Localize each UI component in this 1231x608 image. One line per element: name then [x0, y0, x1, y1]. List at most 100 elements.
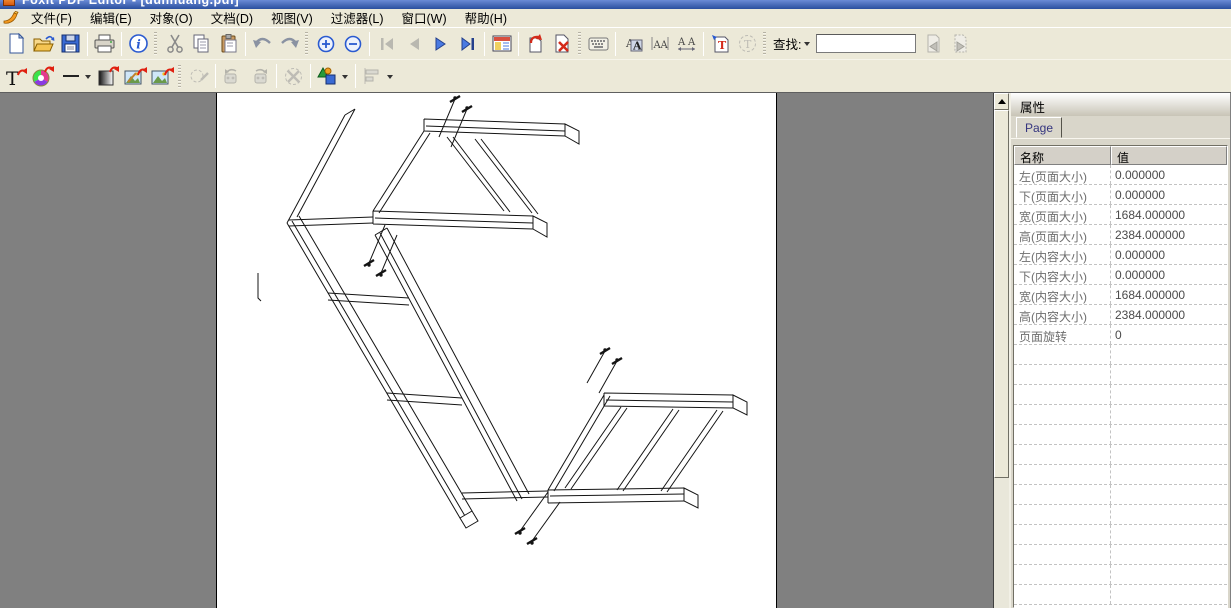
find-dropdown-button[interactable] [803, 32, 814, 56]
property-row[interactable]: 宽(页面大小)1684.000000 [1014, 205, 1227, 225]
property-row[interactable]: 高(页面大小)2384.000000 [1014, 225, 1227, 245]
toolbar-gripper[interactable] [578, 32, 581, 55]
undo-button[interactable] [249, 31, 276, 57]
insert-color-button[interactable] [30, 63, 57, 89]
new-button[interactable] [3, 31, 30, 57]
menu-item-4[interactable]: 视图(V) [262, 7, 322, 29]
column-header-value[interactable]: 值 [1111, 146, 1227, 165]
property-row[interactable]: 下(内容大小)0.000000 [1014, 265, 1227, 285]
menu-item-2[interactable]: 对象(O) [141, 7, 202, 29]
font-replace-icon: AA [622, 35, 643, 52]
rotate-left-button[interactable] [219, 63, 246, 89]
scroll-up-button[interactable] [994, 93, 1009, 110]
property-row[interactable]: 左(页面大小)0.000000 [1014, 165, 1227, 185]
svg-text:T: T [744, 38, 752, 51]
toolbar-gripper[interactable] [305, 32, 308, 55]
clone-tool-button[interactable] [185, 63, 212, 89]
zoom-in-button[interactable] [312, 31, 339, 57]
pdf-page[interactable] [216, 93, 777, 608]
align-tool-button[interactable] [359, 63, 386, 89]
align-tool-dropdown[interactable] [386, 64, 397, 88]
insert-text-button[interactable]: T [3, 63, 30, 89]
svg-text:A: A [677, 37, 686, 48]
page-layout-button[interactable] [488, 31, 515, 57]
toolbar-gripper[interactable] [154, 32, 157, 55]
column-header-name[interactable]: 名称 [1014, 146, 1111, 165]
keyboard-button[interactable] [585, 31, 612, 57]
scrollbar-thumb[interactable] [994, 110, 1009, 478]
prev-page-button[interactable] [400, 31, 427, 57]
shading-tool-icon [97, 66, 120, 87]
next-page-button[interactable] [427, 31, 454, 57]
find-prev-button[interactable] [920, 31, 947, 57]
first-page-button[interactable] [373, 31, 400, 57]
property-value[interactable]: 2384.000000 [1111, 225, 1227, 244]
property-name [1014, 445, 1111, 464]
document-canvas[interactable] [0, 93, 993, 608]
menu-item-6[interactable]: 窗口(W) [393, 7, 456, 29]
property-row[interactable]: 宽(内容大小)1684.000000 [1014, 285, 1227, 305]
line-tool-dropdown[interactable] [84, 64, 95, 88]
tab-page[interactable]: Page [1016, 117, 1062, 138]
rotate-left-icon [222, 67, 243, 86]
save-button[interactable] [57, 31, 84, 57]
print-button[interactable] [91, 31, 118, 57]
menu-item-5[interactable]: 过滤器(L) [322, 7, 393, 29]
property-row[interactable]: 高(内容大小)2384.000000 [1014, 305, 1227, 325]
rotate-right-button[interactable] [246, 63, 273, 89]
find-input[interactable] [816, 34, 916, 53]
property-value[interactable]: 1684.000000 [1111, 205, 1227, 224]
cut-button[interactable] [161, 31, 188, 57]
edit-image-button[interactable] [122, 63, 149, 89]
bolt-callout-top [439, 96, 472, 147]
property-value[interactable]: 0.000000 [1111, 245, 1227, 264]
open-button[interactable] [30, 31, 57, 57]
property-value[interactable]: 2384.000000 [1111, 305, 1227, 324]
rotate-page-button[interactable] [522, 31, 549, 57]
property-value[interactable]: 0 [1111, 325, 1227, 344]
line-tool-button[interactable] [57, 63, 84, 89]
delete-page-button[interactable] [549, 31, 576, 57]
property-value[interactable]: 1684.000000 [1111, 285, 1227, 304]
property-value[interactable]: 0.000000 [1111, 185, 1227, 204]
property-value [1111, 345, 1227, 364]
property-row[interactable]: 下(页面大小)0.000000 [1014, 185, 1227, 205]
property-name: 高(内容大小) [1014, 305, 1111, 324]
redo-button[interactable] [276, 31, 303, 57]
property-value[interactable]: 0.000000 [1111, 165, 1227, 184]
menu-item-1[interactable]: 编辑(E) [81, 7, 141, 29]
doc-info-button[interactable]: i [125, 31, 152, 57]
copy-button[interactable] [188, 31, 215, 57]
vertical-scrollbar[interactable] [993, 93, 1009, 608]
toolbar-gripper[interactable] [178, 65, 181, 88]
insert-textbox-button[interactable]: T [707, 31, 734, 57]
menu-item-0[interactable]: 文件(F) [22, 7, 81, 29]
zoom-out-button[interactable] [339, 31, 366, 57]
document-menu-icon[interactable] [2, 11, 19, 26]
menu-item-7[interactable]: 帮助(H) [456, 7, 516, 29]
find-next-button[interactable] [947, 31, 974, 57]
property-value[interactable]: 0.000000 [1111, 265, 1227, 284]
delete-object-button[interactable] [280, 63, 307, 89]
toolbar-gripper[interactable] [763, 32, 766, 55]
property-name: 左(内容大小) [1014, 245, 1111, 264]
property-value [1111, 525, 1227, 544]
property-row[interactable]: 左(内容大小)0.000000 [1014, 245, 1227, 265]
text-art-button[interactable]: T [734, 31, 761, 57]
char-spacing-button[interactable]: AA [646, 31, 673, 57]
shading-tool-button[interactable] [95, 63, 122, 89]
zoom-in-icon [317, 35, 335, 53]
insert-image-button[interactable] [149, 63, 176, 89]
property-name: 下(页面大小) [1014, 185, 1111, 204]
property-row[interactable]: 页面旋转0 [1014, 325, 1227, 345]
paste-button[interactable] [215, 31, 242, 57]
chevron-down-icon [804, 42, 810, 49]
insert-textbox-icon: T [711, 34, 730, 53]
property-name: 宽(内容大小) [1014, 285, 1111, 304]
font-replace-button[interactable]: AA [619, 31, 646, 57]
shapes-tool-dropdown[interactable] [341, 64, 352, 88]
last-page-button[interactable] [454, 31, 481, 57]
word-spacing-button[interactable]: AA [673, 31, 700, 57]
menu-item-3[interactable]: 文档(D) [202, 7, 262, 29]
shapes-tool-button[interactable] [314, 63, 341, 89]
